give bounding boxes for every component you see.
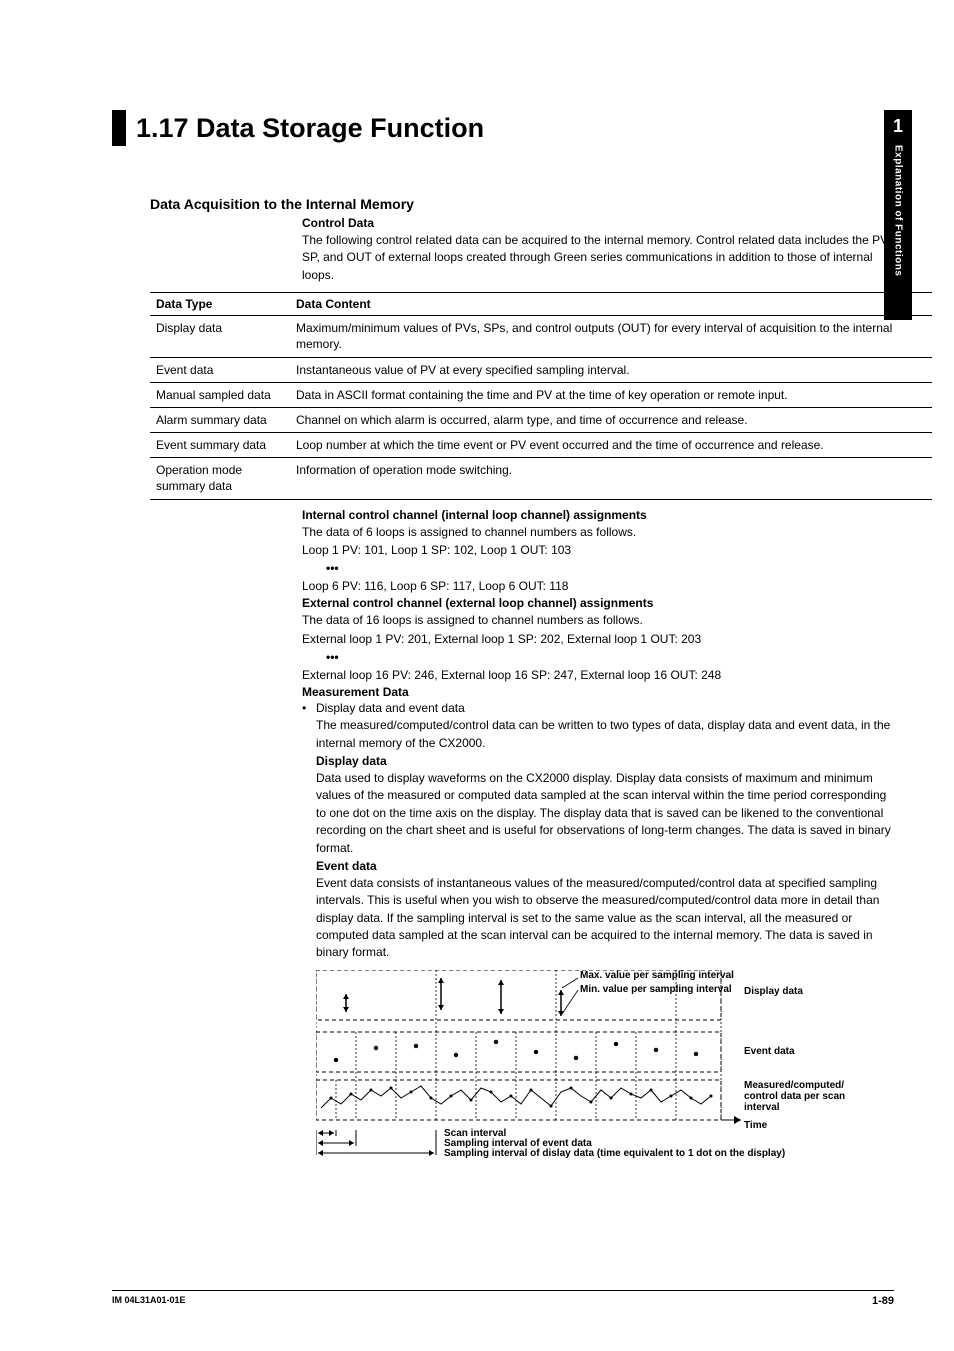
table-head-type: Data Type [150, 293, 290, 316]
diagram-label-max: Max. value per sampling interval [580, 970, 734, 981]
external-line2: External loop 1 PV: 201, External loop 1… [302, 631, 894, 647]
table-head-content: Data Content [290, 293, 932, 316]
section-heading: Data Acquisition to the Internal Memory [150, 196, 894, 212]
chapter-number: 1 [893, 116, 903, 137]
footer-page-num: 1-89 [872, 1295, 894, 1307]
internal-channel-heading: Internal control channel (internal loop … [302, 508, 894, 522]
table-row: Operation mode summary dataInformation o… [150, 458, 932, 499]
external-dots: ••• [326, 649, 894, 665]
side-chapter-tab: 1 Explanation of Functions [884, 110, 912, 320]
table-row: Event dataInstantaneous value of PV at e… [150, 357, 932, 382]
diagram-label-display: Display data [744, 986, 803, 997]
control-data-heading: Control Data [302, 216, 894, 230]
diagram-label-min: Min. value per sampling interval [580, 984, 732, 995]
table-row: Alarm summary dataChannel on which alarm… [150, 407, 932, 432]
table-row: Event summary dataLoop number at which t… [150, 433, 932, 458]
measurement-heading: Measurement Data [302, 685, 894, 699]
bullet-label: Display data and event data [316, 701, 465, 715]
page-footer: IM 04L31A01-01E 1-89 [112, 1290, 894, 1307]
internal-dots: ••• [326, 560, 894, 576]
page-title: 1.17 Data Storage Function [136, 113, 484, 144]
data-type-table: Data Type Data Content Display dataMaxim… [150, 292, 932, 500]
internal-line2: Loop 1 PV: 101, Loop 1 SP: 102, Loop 1 O… [302, 542, 894, 558]
bullet-desc: The measured/computed/control data can b… [316, 717, 894, 752]
event-data-para: Event data consists of instantaneous val… [316, 875, 894, 962]
external-channel-heading: External control channel (external loop … [302, 596, 894, 610]
sampling-diagram: Max. value per sampling interval Min. va… [316, 970, 894, 1160]
chapter-label: Explanation of Functions [893, 145, 904, 276]
control-data-intro: The following control related data can b… [302, 232, 894, 284]
diagram-label-mcc: Measured/computed/ control data per scan… [744, 1080, 845, 1113]
footer-doc-id: IM 04L31A01-01E [112, 1295, 186, 1307]
external-line3: External loop 16 PV: 246, External loop … [302, 667, 894, 683]
internal-line1: The data of 6 loops is assigned to chann… [302, 524, 894, 540]
diagram-label-event: Event data [744, 1046, 795, 1057]
table-row: Manual sampled dataData in ASCII format … [150, 382, 932, 407]
diagram-label-samp-disp: Sampling interval of dislay data (time e… [444, 1148, 785, 1159]
display-data-para: Data used to display waveforms on the CX… [316, 770, 894, 857]
display-data-heading: Display data [316, 754, 894, 768]
internal-line3: Loop 6 PV: 116, Loop 6 SP: 117, Loop 6 O… [302, 578, 894, 594]
table-row: Display dataMaximum/minimum values of PV… [150, 316, 932, 357]
event-data-heading: Event data [316, 859, 894, 873]
bullet-item: • Display data and event data The measur… [302, 701, 894, 964]
external-line1: The data of 16 loops is assigned to chan… [302, 612, 894, 628]
title-block-icon [112, 110, 126, 146]
bullet-icon: • [302, 701, 316, 964]
diagram-label-time: Time [744, 1120, 767, 1131]
page-title-bar: 1.17 Data Storage Function [112, 110, 894, 146]
